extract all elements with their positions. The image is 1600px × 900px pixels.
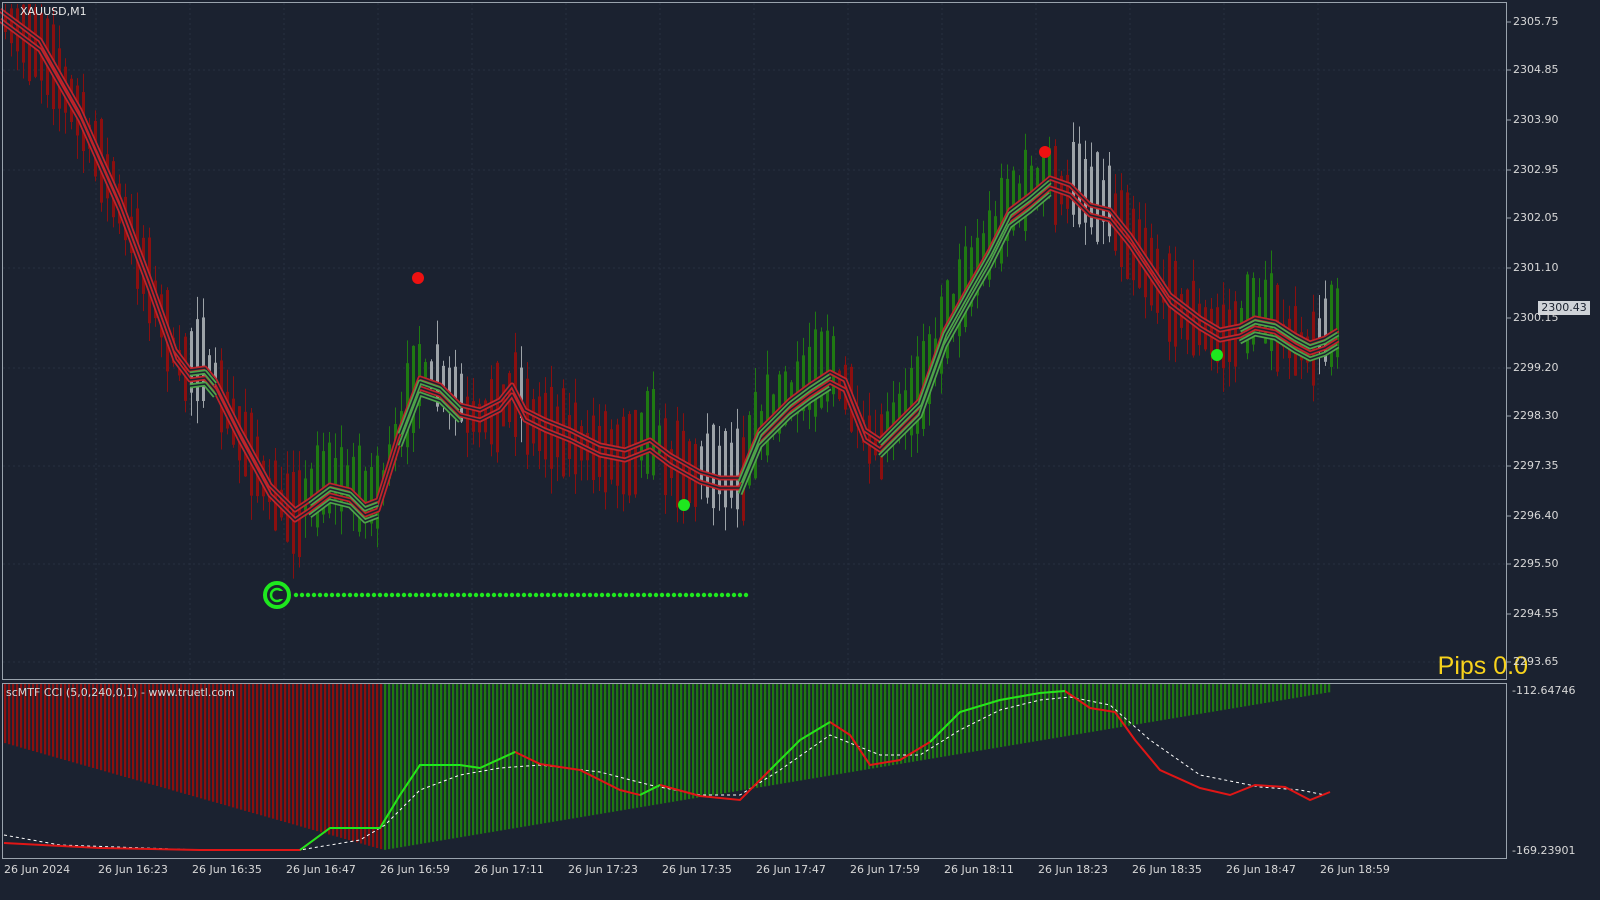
time-tick-label: 26 Jun 18:47 xyxy=(1226,863,1296,876)
trading-chart[interactable]: XAUUSD,M1 scMTF CCI (5,0,240,0,1) - www.… xyxy=(0,0,1600,900)
time-tick-label: 26 Jun 16:35 xyxy=(192,863,262,876)
time-tick-label: 26 Jun 16:59 xyxy=(380,863,450,876)
price-tick-label: 2293.65 xyxy=(1513,655,1559,668)
time-tick-label: 26 Jun 18:35 xyxy=(1132,863,1202,876)
indicator-label: scMTF CCI (5,0,240,0,1) - www.truetl.com xyxy=(6,686,235,699)
time-tick-label: 26 Jun 16:23 xyxy=(98,863,168,876)
price-tick-label: 2301.10 xyxy=(1513,261,1559,274)
price-tick-label: 2296.40 xyxy=(1513,509,1559,522)
price-tick-label: 2303.90 xyxy=(1513,113,1559,126)
time-tick-label: 26 Jun 17:59 xyxy=(850,863,920,876)
time-tick-label: 26 Jun 18:59 xyxy=(1320,863,1390,876)
price-tick-label: 2302.05 xyxy=(1513,211,1559,224)
price-tick-label: 2300.15 xyxy=(1513,311,1559,324)
price-tick-label: 2299.20 xyxy=(1513,361,1559,374)
indicator-pane-border xyxy=(2,683,1507,859)
time-tick-label: 26 Jun 18:11 xyxy=(944,863,1014,876)
price-tick-label: 2304.85 xyxy=(1513,63,1559,76)
price-tick-label: 2294.55 xyxy=(1513,607,1559,620)
time-tick-label: 26 Jun 17:35 xyxy=(662,863,732,876)
time-tick-label: 26 Jun 2024 xyxy=(4,863,71,876)
time-tick-label: 26 Jun 16:47 xyxy=(286,863,356,876)
time-tick-label: 26 Jun 17:23 xyxy=(568,863,638,876)
price-tick-label: 2302.95 xyxy=(1513,163,1559,176)
symbol-label: XAUUSD,M1 xyxy=(20,5,87,18)
price-tick-label: 2297.35 xyxy=(1513,459,1559,472)
time-tick-label: 26 Jun 17:11 xyxy=(474,863,544,876)
price-tick-label: 2305.75 xyxy=(1513,15,1559,28)
price-pane-border xyxy=(2,2,1507,680)
indicator-tick-label: -112.64746 xyxy=(1512,684,1576,697)
indicator-tick-label: -169.23901 xyxy=(1512,844,1576,857)
price-tick-label: 2298.30 xyxy=(1513,409,1559,422)
time-tick-label: 26 Jun 18:23 xyxy=(1038,863,1108,876)
price-tick-label: 2295.50 xyxy=(1513,557,1559,570)
time-tick-label: 26 Jun 17:47 xyxy=(756,863,826,876)
